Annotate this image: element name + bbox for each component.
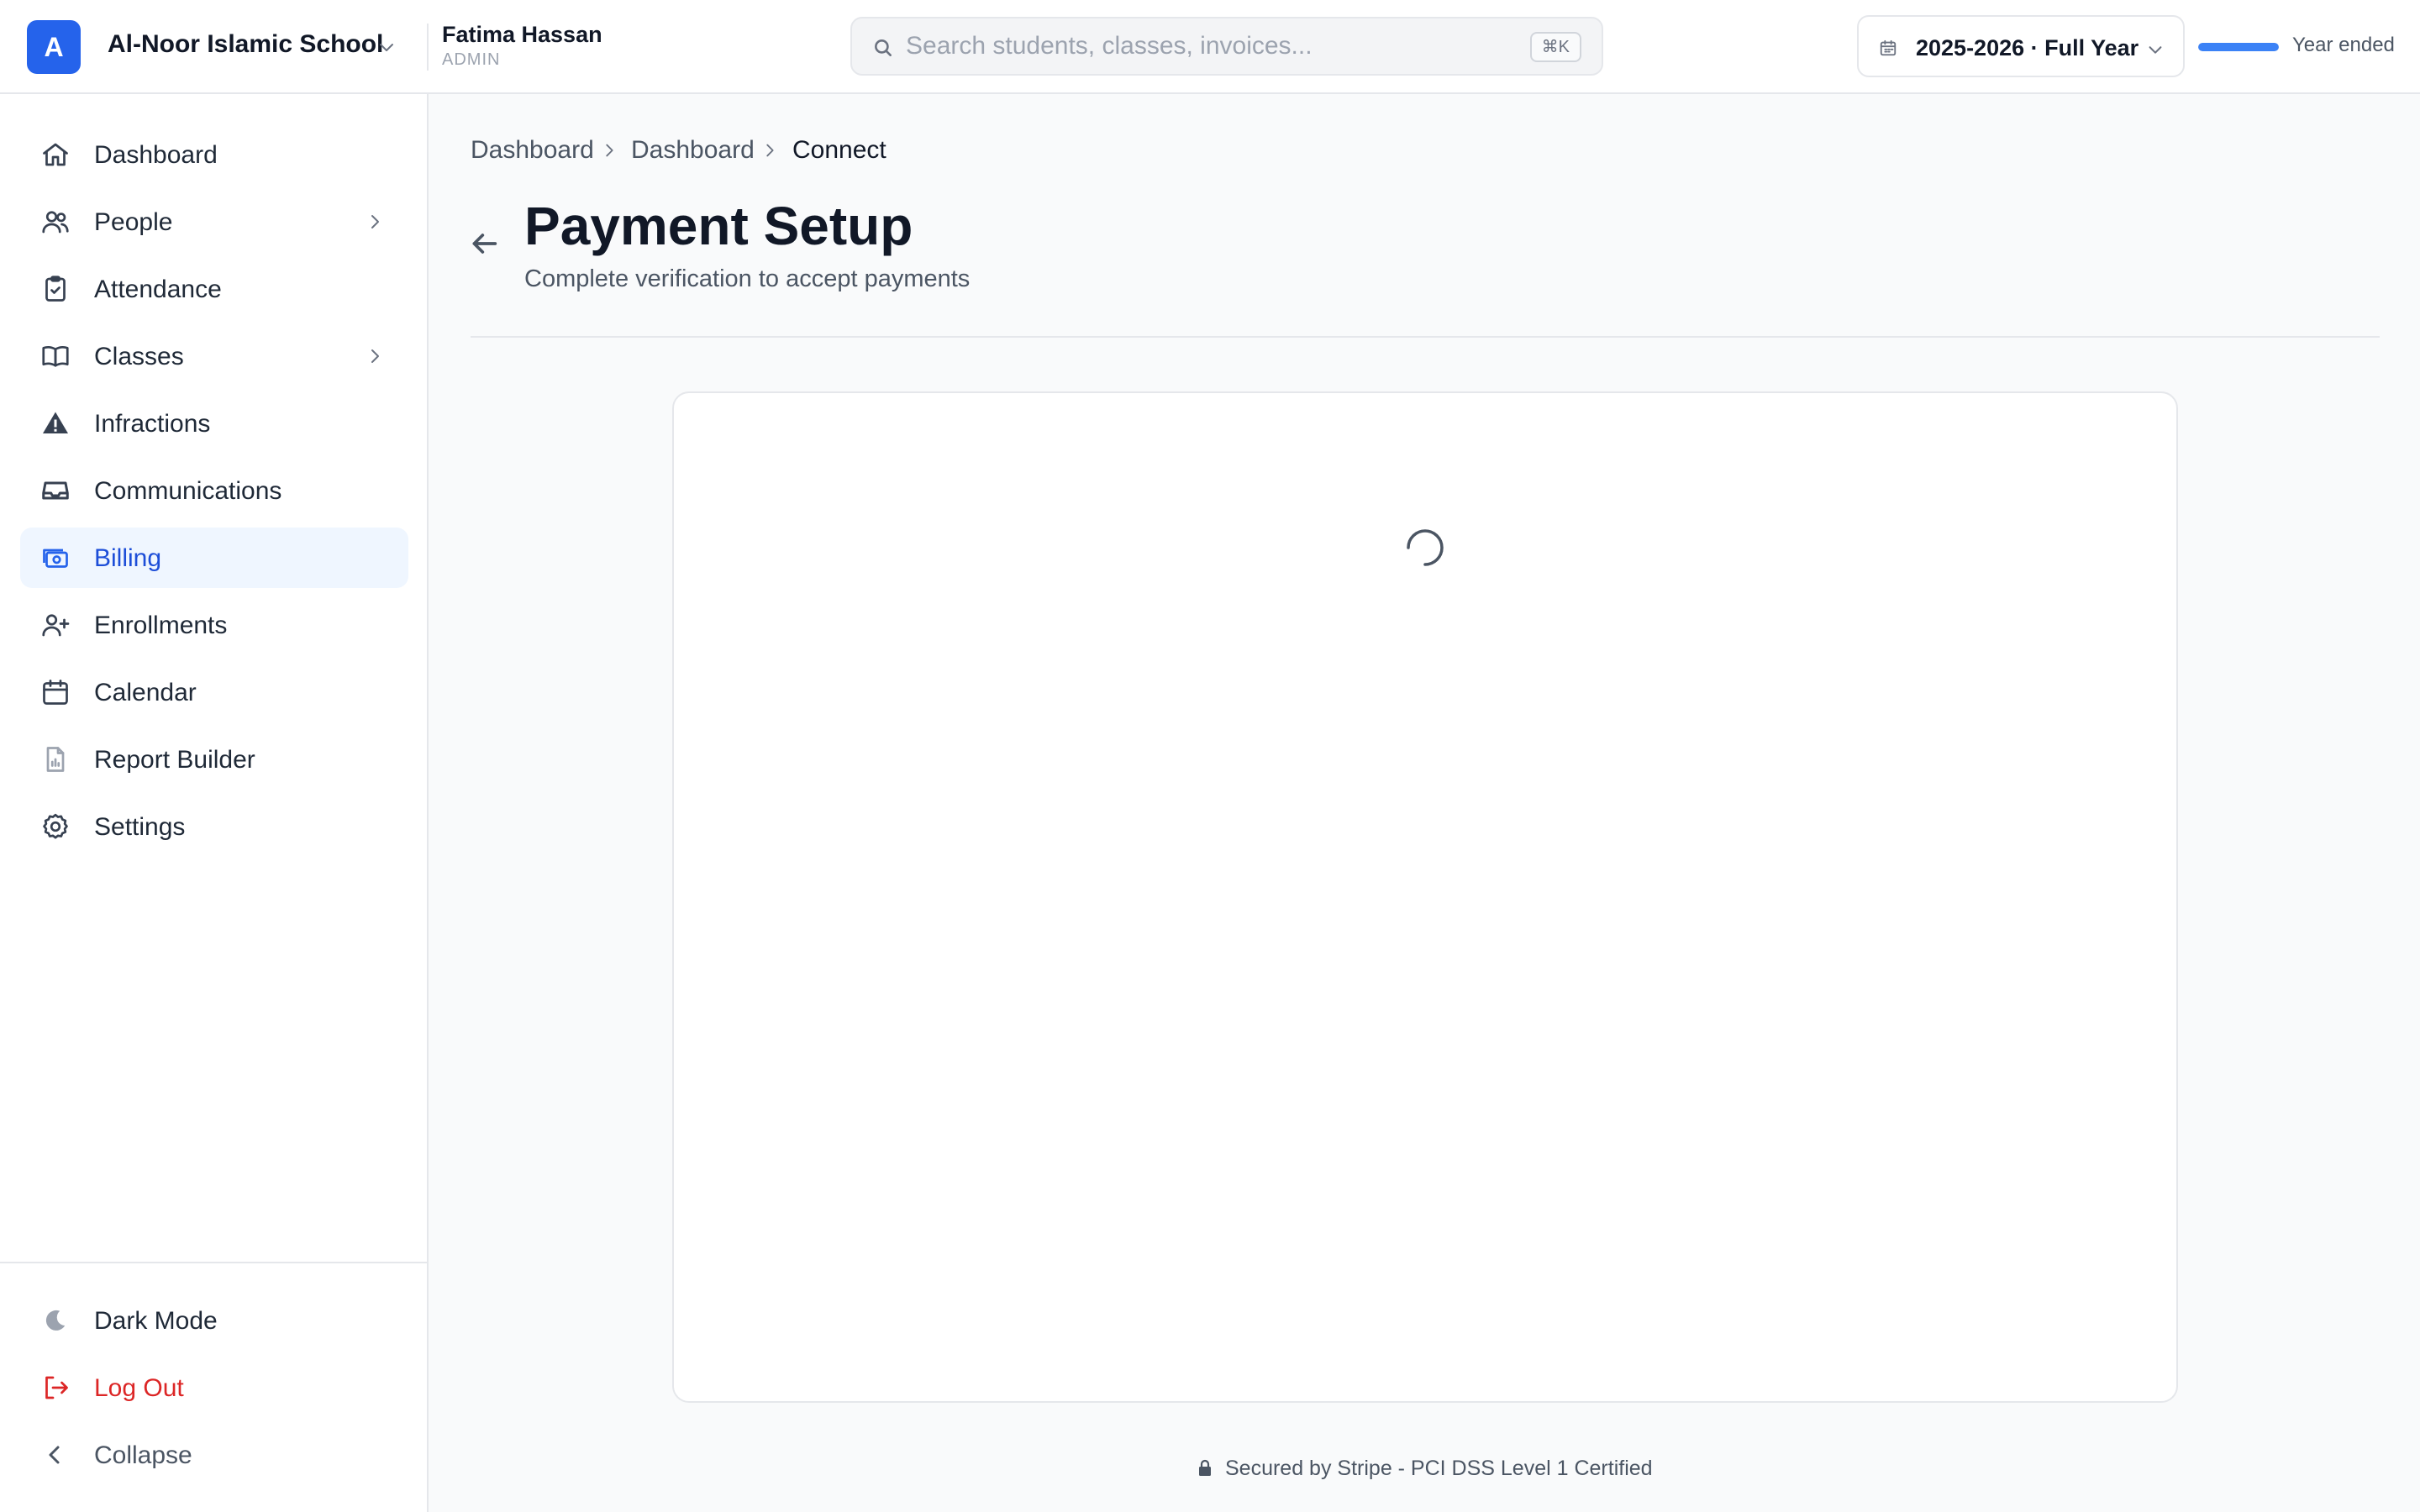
chevron-right-icon (365, 212, 385, 232)
academic-year-label: 2025-2026 · Full Year (1916, 35, 2139, 60)
sidebar-item-label: Settings (94, 813, 186, 841)
sidebar-item-label: Calendar (94, 679, 197, 706)
page-header-divider (471, 336, 2380, 338)
sidebar-item-communications[interactable]: Communications (20, 460, 408, 521)
sidebar-item-infractions[interactable]: Infractions (20, 393, 408, 454)
stripe-connect-embed[interactable] (672, 391, 2178, 1403)
logout-button[interactable]: Log Out (20, 1357, 408, 1418)
sidebar-item-calendar[interactable]: Calendar (20, 662, 408, 722)
breadcrumb-item-dashboard[interactable]: Dashboard (471, 136, 594, 165)
document-chart-icon (40, 744, 71, 774)
sidebar-item-label: Infractions (94, 410, 211, 438)
sidebar-item-label: Attendance (94, 276, 222, 303)
sidebar-item-label: Communications (94, 477, 282, 505)
sidebar-item-dashboard[interactable]: Dashboard (20, 124, 408, 185)
logout-icon (40, 1373, 71, 1403)
breadcrumb-item-current: Connect (792, 136, 886, 164)
sidebar-item-classes[interactable]: Classes (20, 326, 408, 386)
sidebar: Dashboard People Attendance Classes Infr… (0, 94, 429, 1512)
book-open-icon (40, 341, 71, 371)
chevron-right-icon (760, 141, 779, 160)
calendar-icon (40, 677, 71, 707)
page-title: Payment Setup (524, 196, 913, 256)
year-progress-fill (2198, 43, 2279, 51)
sidebar-item-report-builder[interactable]: Report Builder (20, 729, 408, 790)
header-divider (427, 24, 429, 71)
global-search[interactable]: ⌘K (850, 17, 1603, 76)
sidebar-item-label: Classes (94, 343, 184, 370)
school-switcher[interactable]: Al-Noor Islamic School (108, 30, 383, 59)
sidebar-item-label: Billing (94, 544, 162, 572)
user-role: ADMIN (442, 50, 501, 69)
home-icon (40, 139, 71, 170)
logout-label: Log Out (94, 1374, 184, 1402)
search-input[interactable] (906, 29, 1494, 64)
collapse-label: Collapse (94, 1441, 192, 1469)
back-arrow-icon[interactable] (467, 227, 501, 260)
user-plus-icon (40, 610, 71, 640)
sidebar-item-label: Report Builder (94, 746, 255, 774)
security-note-text: Secured by Stripe - PCI DSS Level 1 Cert… (1225, 1457, 1653, 1480)
lock-icon (1195, 1458, 1215, 1478)
inbox-icon (40, 475, 71, 506)
collapse-sidebar-button[interactable]: Collapse (20, 1425, 408, 1485)
banknotes-icon (40, 543, 71, 573)
warning-icon (40, 408, 71, 438)
sidebar-item-people[interactable]: People (20, 192, 408, 252)
year-progress-bar (2198, 43, 2279, 51)
sidebar-item-label: People (94, 208, 173, 236)
dark-mode-label: Dark Mode (94, 1307, 218, 1335)
clipboard-check-icon (40, 274, 71, 304)
chevron-down-icon (2146, 40, 2165, 59)
page-subtitle: Complete verification to accept payments (524, 265, 971, 292)
breadcrumb-item-dashboard-2[interactable]: Dashboard (631, 136, 755, 165)
sidebar-divider (0, 1262, 427, 1263)
chevron-right-icon (600, 141, 618, 160)
sidebar-item-label: Enrollments (94, 612, 228, 639)
chevron-left-icon (40, 1440, 71, 1470)
sidebar-item-settings[interactable]: Settings (20, 796, 408, 857)
search-icon (872, 37, 894, 59)
year-status: Year ended (2292, 34, 2395, 56)
academic-year-select[interactable]: 2025-2026 · Full Year (1857, 15, 2185, 77)
chevron-down-icon[interactable] (376, 37, 397, 57)
search-shortcut-badge: ⌘K (1529, 32, 1581, 62)
top-bar: A Al-Noor Islamic School Fatima Hassan A… (0, 0, 2420, 94)
users-icon (40, 207, 71, 237)
sidebar-item-attendance[interactable]: Attendance (20, 259, 408, 319)
sidebar-item-enrollments[interactable]: Enrollments (20, 595, 408, 655)
moon-icon (40, 1305, 71, 1336)
dark-mode-toggle[interactable]: Dark Mode (20, 1290, 408, 1351)
school-logo[interactable]: A (27, 20, 81, 74)
gear-icon (40, 811, 71, 842)
loading-spinner-icon (1405, 528, 1445, 568)
sidebar-item-label: Dashboard (94, 141, 218, 169)
calendar-icon (1879, 39, 1897, 57)
chevron-right-icon (365, 346, 385, 366)
sidebar-item-billing[interactable]: Billing (20, 528, 408, 588)
user-name: Fatima Hassan (442, 22, 602, 47)
